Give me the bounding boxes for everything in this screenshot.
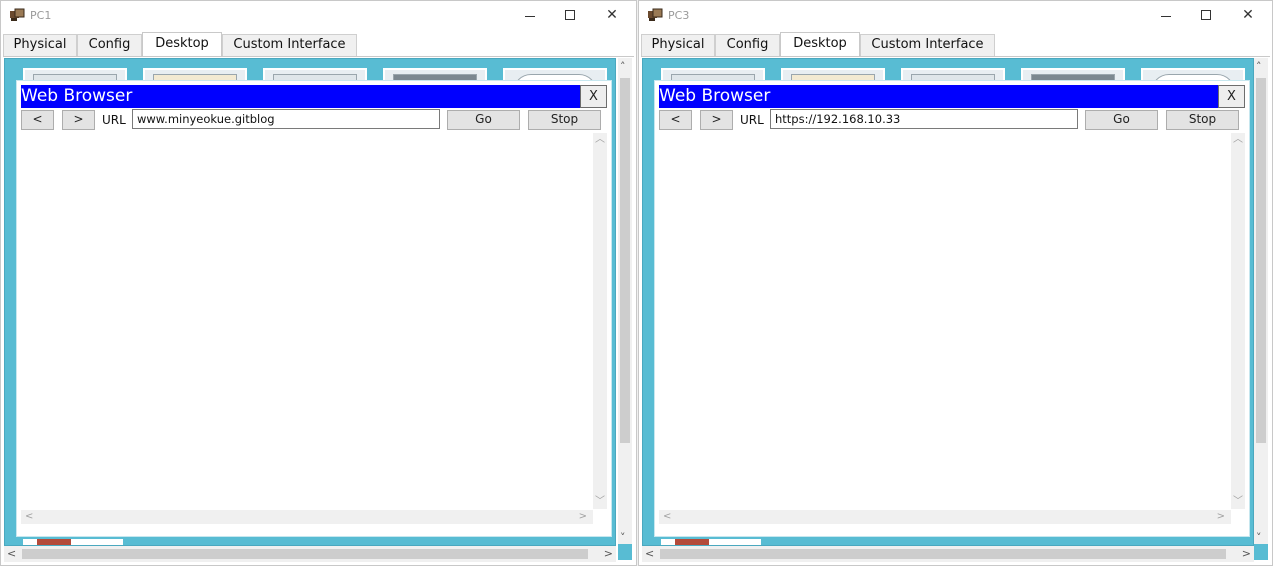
browser-close-button[interactable]: X	[580, 85, 607, 108]
scrollbar-thumb[interactable]	[1256, 78, 1266, 443]
page-horizontal-scrollbar[interactable]: < >	[21, 510, 593, 524]
scrollbar-thumb[interactable]	[620, 78, 630, 443]
arrow-up-icon[interactable]: ˄	[620, 60, 626, 73]
desktop-app-icon[interactable]	[23, 539, 123, 545]
pc-device-icon	[648, 8, 663, 21]
tab-divider	[641, 56, 1270, 57]
window-title: PC3	[668, 9, 690, 22]
close-icon[interactable]: ✕	[1234, 6, 1262, 26]
chevron-up-icon[interactable]: ︿	[1233, 135, 1243, 145]
scrollbar-corner	[1254, 544, 1268, 560]
desktop-horizontal-scrollbar[interactable]: < >	[642, 546, 1254, 562]
tab-custom-interface[interactable]: Custom Interface	[860, 34, 995, 56]
maximize-icon[interactable]	[556, 6, 584, 26]
pc-device-icon	[10, 8, 25, 21]
back-button[interactable]: <	[21, 110, 54, 130]
minimize-icon[interactable]	[516, 6, 544, 26]
chevron-down-icon[interactable]: ﹀	[595, 497, 605, 507]
tab-desktop[interactable]: Desktop	[142, 32, 222, 57]
desktop-area: Web Browser X < > URL Go Stop ︿ ﹀ < >	[642, 58, 1254, 546]
scrollbar-thumb[interactable]	[660, 549, 1226, 559]
chevron-left-icon[interactable]: <	[663, 512, 671, 522]
browser-close-button[interactable]: X	[1218, 85, 1245, 108]
url-label: URL	[740, 113, 764, 127]
tab-divider	[3, 56, 634, 57]
arrow-left-icon[interactable]: <	[645, 547, 654, 560]
url-input[interactable]	[770, 109, 1078, 129]
window-title: PC1	[30, 9, 52, 22]
arrow-up-icon[interactable]: ˄	[1256, 60, 1262, 73]
tab-custom-interface[interactable]: Custom Interface	[222, 34, 357, 56]
tab-config[interactable]: Config	[77, 34, 142, 56]
tab-desktop[interactable]: Desktop	[780, 32, 860, 57]
desktop-area: Web Browser X < > URL Go Stop ︿ ﹀ < >	[4, 58, 616, 546]
scrollbar-corner	[618, 544, 632, 560]
chevron-left-icon[interactable]: <	[25, 512, 33, 522]
chevron-down-icon[interactable]: ﹀	[1233, 497, 1243, 507]
chevron-up-icon[interactable]: ︿	[595, 135, 605, 145]
arrow-left-icon[interactable]: <	[7, 547, 16, 560]
web-browser-window: Web Browser X < > URL Go Stop ︿ ﹀ < >	[655, 81, 1249, 536]
arrow-down-icon[interactable]: ˅	[1256, 531, 1262, 544]
desktop-vertical-scrollbar[interactable]: ˄ ˅	[1254, 58, 1268, 546]
page-vertical-scrollbar[interactable]: ︿ ﹀	[1231, 133, 1245, 509]
pc3-window: PC3 ✕ Physical Config Desktop Custom Int…	[638, 0, 1273, 566]
arrow-right-icon[interactable]: >	[604, 547, 613, 560]
chevron-right-icon[interactable]: >	[1217, 512, 1225, 522]
close-icon[interactable]: ✕	[598, 6, 626, 26]
pc1-window: PC1 ✕ Physical Config Desktop Custom Int…	[0, 0, 637, 566]
tab-physical[interactable]: Physical	[3, 34, 77, 56]
forward-button[interactable]: >	[700, 110, 733, 130]
arrow-down-icon[interactable]: ˅	[620, 531, 626, 544]
arrow-right-icon[interactable]: >	[1242, 547, 1251, 560]
desktop-vertical-scrollbar[interactable]: ˄ ˅	[618, 58, 632, 546]
url-label: URL	[102, 113, 126, 127]
stop-button[interactable]: Stop	[1166, 110, 1239, 130]
chevron-right-icon[interactable]: >	[579, 512, 587, 522]
tab-config[interactable]: Config	[715, 34, 780, 56]
go-button[interactable]: Go	[447, 110, 520, 130]
go-button[interactable]: Go	[1085, 110, 1158, 130]
back-button[interactable]: <	[659, 110, 692, 130]
forward-button[interactable]: >	[62, 110, 95, 130]
maximize-icon[interactable]	[1192, 6, 1220, 26]
page-horizontal-scrollbar[interactable]: < >	[659, 510, 1231, 524]
web-browser-window: Web Browser X < > URL Go Stop ︿ ﹀ < >	[17, 81, 611, 536]
page-vertical-scrollbar[interactable]: ︿ ﹀	[593, 133, 607, 509]
tab-physical[interactable]: Physical	[641, 34, 715, 56]
desktop-app-icon[interactable]	[661, 539, 761, 545]
browser-titlebar[interactable]: Web Browser X	[21, 85, 607, 108]
scrollbar-thumb[interactable]	[22, 549, 588, 559]
window-titlebar[interactable]: PC1 ✕	[1, 1, 636, 31]
browser-title: Web Browser	[659, 86, 771, 106]
url-input[interactable]	[132, 109, 440, 129]
stop-button[interactable]: Stop	[528, 110, 601, 130]
minimize-icon[interactable]	[1152, 6, 1180, 26]
browser-title: Web Browser	[21, 86, 133, 106]
desktop-horizontal-scrollbar[interactable]: < >	[4, 546, 616, 562]
browser-titlebar[interactable]: Web Browser X	[659, 85, 1245, 108]
window-titlebar[interactable]: PC3 ✕	[639, 1, 1272, 31]
